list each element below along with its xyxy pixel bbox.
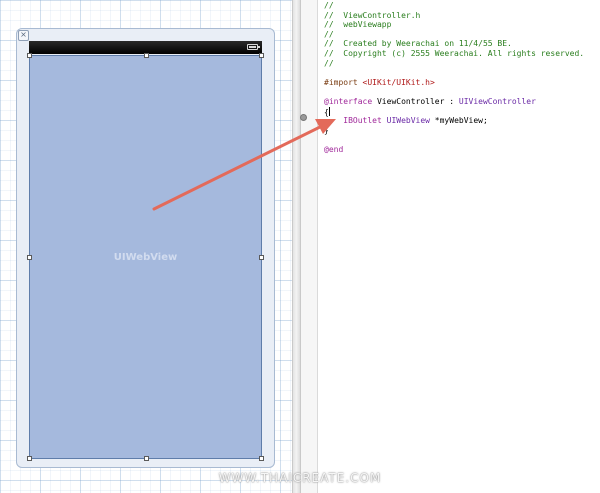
connection-arrow xyxy=(152,119,336,211)
watermark: WWW.THAICREATE.COM xyxy=(218,471,382,485)
connection-line xyxy=(152,124,324,211)
